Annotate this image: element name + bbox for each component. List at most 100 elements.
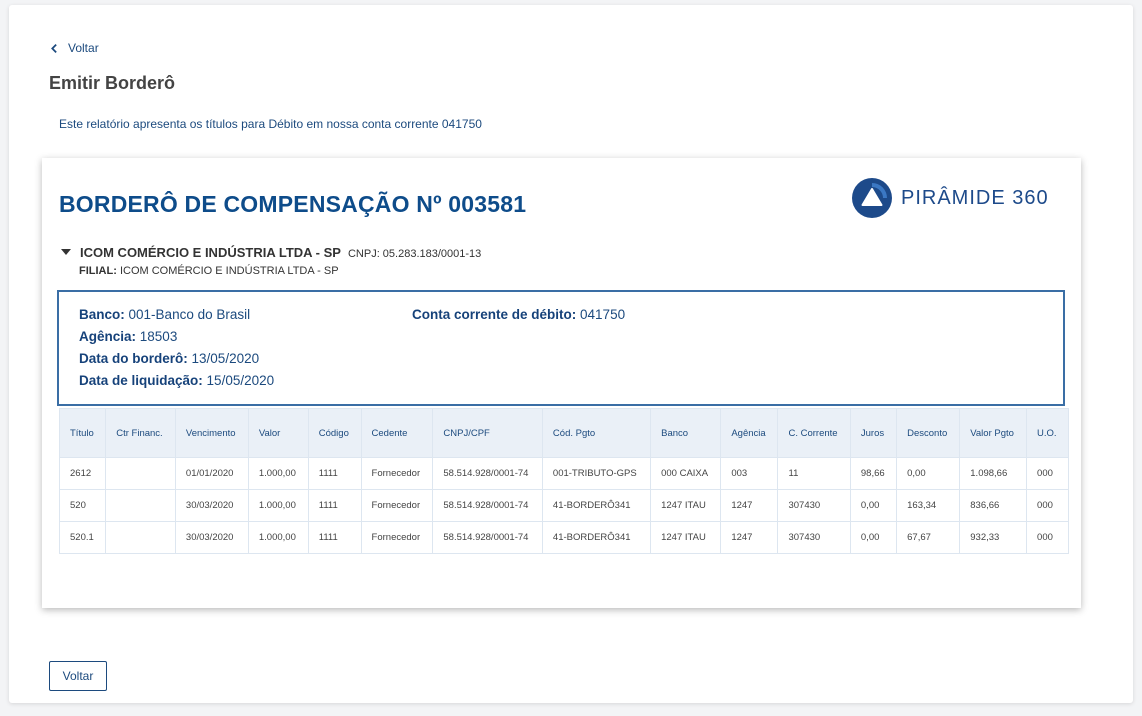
table-cell: 1247 ITAU	[650, 489, 722, 522]
info-data-liquidacao: Data de liquidação: 15/05/2020	[79, 373, 274, 388]
table-cell	[105, 521, 176, 554]
info-agencia-value: 18503	[139, 329, 178, 344]
page-title: Emitir Borderô	[49, 73, 176, 93]
col-header: Título	[58, 408, 107, 458]
info-data-bordero-value: 13/05/2020	[191, 351, 260, 366]
table-cell: 000	[1026, 489, 1069, 522]
table-cell: 000	[1026, 457, 1069, 490]
info-conta: Conta corrente de débito: 041750	[412, 307, 625, 322]
table-cell: 0,00	[896, 457, 961, 490]
table-cell: 1111	[307, 457, 362, 490]
table-cell: 41-BORDERÔ341	[541, 489, 652, 522]
info-banco-value: 001-Banco do Brasil	[128, 307, 251, 322]
table-cell: Fornecedor	[360, 457, 434, 490]
table-cell: 1.000,00	[247, 489, 309, 522]
table-cell: 1111	[307, 521, 362, 554]
titles-table: Título Ctr Financ. Vencimento Valor Códi…	[58, 408, 1069, 554]
table-cell: 1247	[720, 521, 779, 554]
col-header: U.O.	[1026, 408, 1069, 458]
report-title: BORDERÔ DE COMPENSAÇÃO Nº 003581	[59, 191, 527, 217]
col-header: CNPJ/CPF	[432, 408, 543, 458]
table-cell: 520	[58, 489, 107, 522]
table-cell: 1247 ITAU	[650, 521, 722, 554]
table-cell: 003	[720, 457, 779, 490]
info-agencia: Agência: 18503	[79, 329, 177, 344]
info-conta-label: Conta corrente de débito:	[412, 307, 577, 322]
info-banco: Banco: 001-Banco do Brasil	[79, 307, 250, 322]
table-cell	[105, 489, 176, 522]
col-header: Cedente	[360, 408, 434, 458]
table-cell: 1.000,00	[247, 521, 309, 554]
table-cell: 163,34	[896, 489, 961, 522]
col-header: C. Corrente	[777, 408, 851, 458]
info-banco-label: Banco:	[79, 307, 125, 322]
table-cell: Fornecedor	[360, 489, 434, 522]
company-name: ICOM COMÉRCIO E INDÚSTRIA LTDA - SP	[80, 245, 341, 260]
table-cell: 1.000,00	[247, 457, 309, 490]
table-cell: 1111	[307, 489, 362, 522]
filial-label: FILIAL:	[79, 265, 117, 277]
col-header: Valor	[247, 408, 309, 458]
col-header: Valor Pgto	[959, 408, 1028, 458]
company-header[interactable]: ICOM COMÉRCIO E INDÚSTRIA LTDA - SP CNPJ…	[61, 245, 481, 260]
col-header: Juros	[849, 408, 898, 458]
table-header-row: Título Ctr Financ. Vencimento Valor Códi…	[58, 408, 1069, 458]
table-row: 520.1 30/03/2020 1.000,00 1111 Fornecedo…	[58, 521, 1069, 554]
table-cell: 58.514.928/0001-74	[432, 489, 543, 522]
table-cell	[105, 457, 176, 490]
col-header: Vencimento	[174, 408, 249, 458]
table-cell: 307430	[777, 489, 851, 522]
col-header: Agência	[720, 408, 779, 458]
table-cell: Fornecedor	[360, 521, 434, 554]
table-cell: 001-TRIBUTO-GPS	[541, 457, 652, 490]
info-agencia-label: Agência:	[79, 329, 137, 344]
table-cell: 30/03/2020	[174, 489, 249, 522]
info-data-bordero-label: Data do borderô:	[79, 351, 188, 366]
info-data-liquidacao-label: Data de liquidação:	[79, 373, 203, 388]
info-conta-value: 041750	[580, 307, 626, 322]
chevron-left-icon	[51, 43, 57, 53]
table-cell: 30/03/2020	[174, 521, 249, 554]
info-data-bordero: Data do borderô: 13/05/2020	[79, 351, 259, 366]
page-container: Voltar Emitir Borderô Este relatório apr…	[9, 5, 1133, 703]
col-header: Ctr Financ.	[105, 408, 176, 458]
table-cell: 01/01/2020	[174, 457, 249, 490]
col-header: Cód. Pgto	[541, 408, 652, 458]
filial-line: FILIAL: ICOM COMÉRCIO E INDÚSTRIA LTDA -…	[79, 265, 339, 277]
table-cell: 0,00	[849, 489, 898, 522]
table-cell: 2612	[58, 457, 107, 490]
table-cell: 1.098,66	[959, 457, 1028, 490]
table-cell: 000	[1026, 521, 1069, 554]
table-cell: 98,66	[849, 457, 898, 490]
filial-value: ICOM COMÉRCIO E INDÚSTRIA LTDA - SP	[119, 265, 339, 277]
table-cell: 1247	[720, 489, 779, 522]
report-card: BORDERÔ DE COMPENSAÇÃO Nº 003581 PIRÂMID…	[42, 158, 1081, 608]
page-description: Este relatório apresenta os títulos para…	[59, 117, 482, 131]
col-header: Banco	[650, 408, 722, 458]
table-cell: 41-BORDERÔ341	[541, 521, 652, 554]
company-logo: PIRÂMIDE 360	[851, 177, 1049, 219]
table-cell: 0,00	[849, 521, 898, 554]
table-cell: 67,67	[896, 521, 961, 554]
table-cell: 000 CAIXA	[650, 457, 722, 490]
caret-down-icon[interactable]	[61, 249, 71, 255]
table-cell: 520.1	[58, 521, 107, 554]
logo-text: PIRÂMIDE 360	[901, 186, 1049, 209]
info-box: Banco: 001-Banco do Brasil Agência: 1850…	[57, 290, 1065, 406]
col-header: Desconto	[896, 408, 961, 458]
back-link-label: Voltar	[68, 41, 99, 55]
table-cell: 58.514.928/0001-74	[432, 457, 543, 490]
col-header: Código	[307, 408, 362, 458]
table-cell: 932,33	[959, 521, 1028, 554]
table-row: 2612 01/01/2020 1.000,00 1111 Fornecedor…	[58, 457, 1069, 490]
table-cell: 836,66	[959, 489, 1028, 522]
voltar-button[interactable]: Voltar	[49, 661, 107, 691]
table-row: 520 30/03/2020 1.000,00 1111 Fornecedor …	[58, 489, 1069, 522]
table-cell: 307430	[777, 521, 851, 554]
info-data-liquidacao-value: 15/05/2020	[206, 373, 275, 388]
back-link[interactable]: Voltar	[49, 41, 99, 55]
piramide-logo-icon	[852, 178, 892, 218]
table-cell: 58.514.928/0001-74	[432, 521, 543, 554]
company-cnpj: CNPJ: 05.283.183/0001-13	[347, 248, 482, 260]
table-cell: 11	[777, 457, 851, 490]
